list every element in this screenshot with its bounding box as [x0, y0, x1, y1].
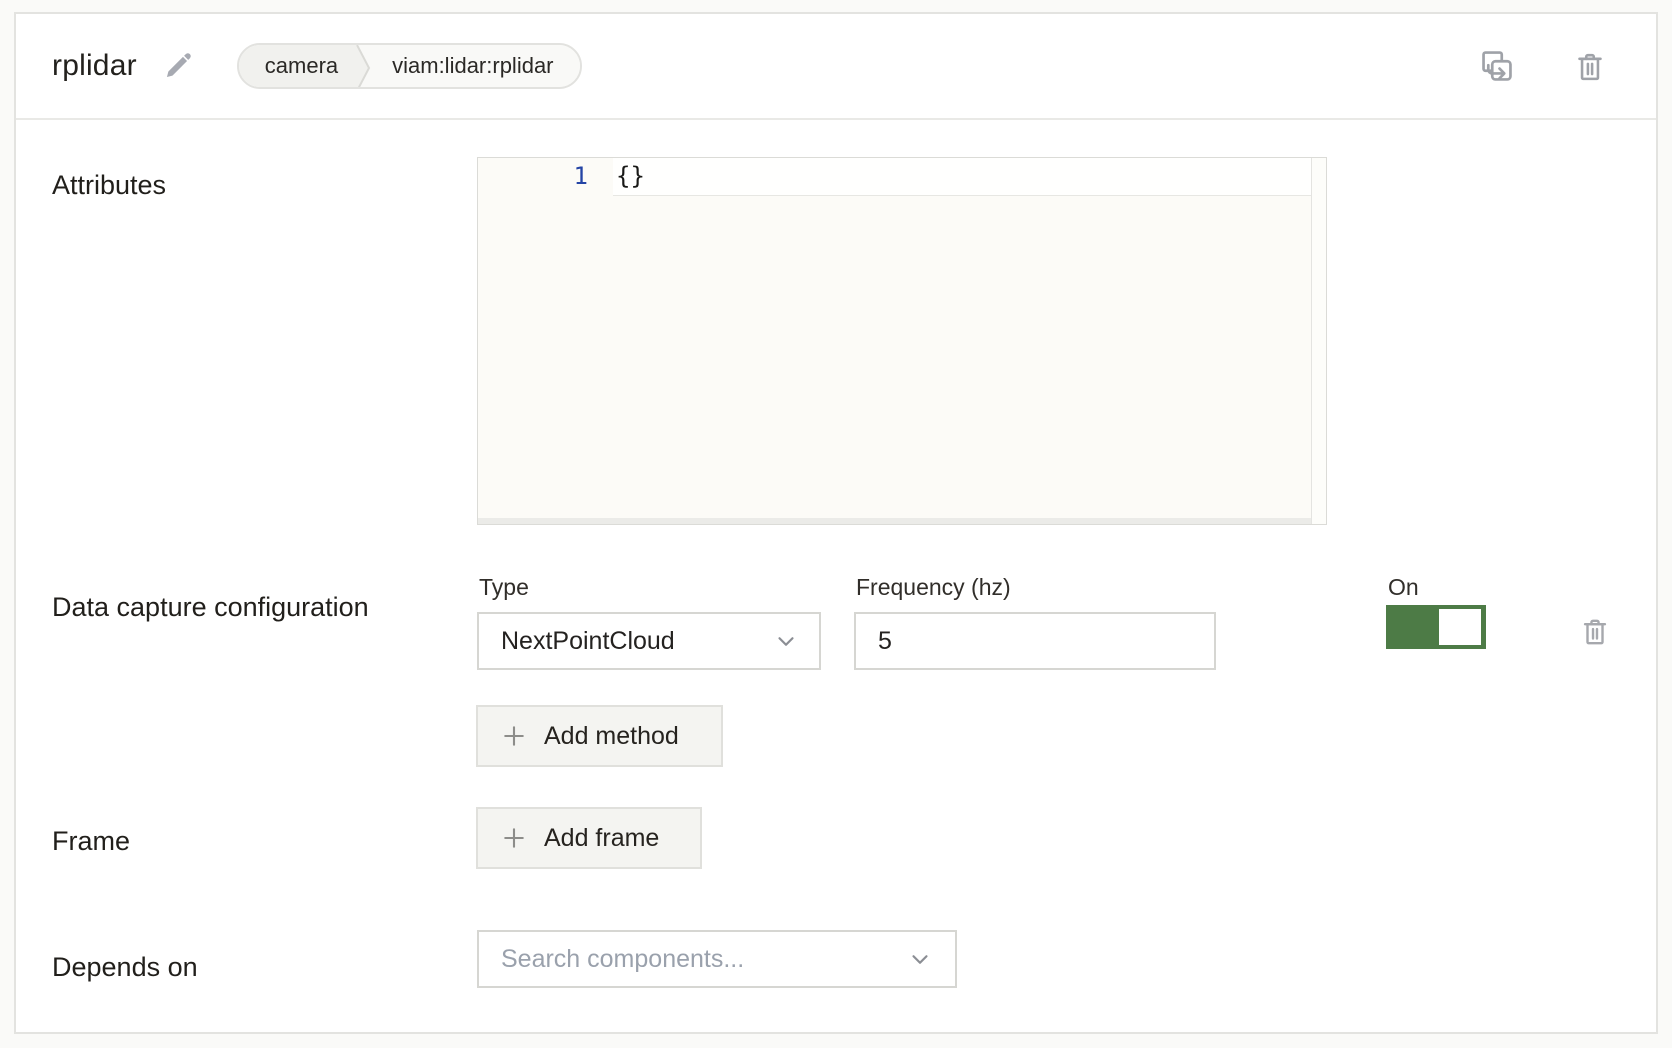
- capture-toggle-label: On: [1388, 574, 1419, 601]
- trash-icon: [1572, 48, 1608, 84]
- editor-active-line: [613, 158, 1311, 196]
- chevron-down-icon: [773, 628, 799, 654]
- frequency-field-label: Frequency (hz): [856, 574, 1011, 601]
- trash-icon: [1578, 614, 1612, 648]
- add-method-label: Add method: [544, 722, 679, 751]
- depends-on-select[interactable]: Search components...: [477, 930, 957, 988]
- pencil-icon: [161, 49, 195, 83]
- type-field-label: Type: [479, 574, 529, 601]
- plus-icon: [500, 722, 528, 750]
- editor-code-line[interactable]: {}: [616, 158, 645, 196]
- editor-line-number: 1: [478, 158, 588, 196]
- data-capture-label: Data capture configuration: [52, 587, 392, 628]
- chevron-down-icon: [907, 946, 933, 972]
- add-frame-button[interactable]: Add frame: [476, 807, 702, 869]
- add-method-button[interactable]: Add method: [476, 705, 723, 767]
- duplicate-component-button[interactable]: [1474, 43, 1520, 89]
- delete-component-button[interactable]: [1568, 44, 1612, 88]
- add-frame-label: Add frame: [544, 824, 659, 853]
- editor-horizontal-scrollbar[interactable]: [478, 518, 1311, 524]
- component-category: camera: [239, 45, 356, 87]
- frequency-input[interactable]: [856, 614, 1214, 668]
- attributes-label: Attributes: [52, 165, 166, 206]
- capture-on-toggle[interactable]: [1386, 605, 1486, 649]
- card-header: rplidar camera viam:lidar:rplidar: [16, 14, 1656, 120]
- editor-vertical-scrollbar[interactable]: [1311, 158, 1326, 524]
- frame-label: Frame: [52, 821, 130, 862]
- delete-capture-method-button[interactable]: [1574, 610, 1616, 652]
- component-model: viam:lidar:rplidar: [376, 45, 579, 87]
- component-name: rplidar: [52, 49, 137, 83]
- plus-icon: [500, 824, 528, 852]
- pill-divider-chevron: [356, 45, 376, 89]
- depends-on-label: Depends on: [52, 947, 198, 988]
- component-type-pill: camera viam:lidar:rplidar: [237, 43, 582, 89]
- depends-on-placeholder: Search components...: [501, 945, 744, 974]
- frequency-input-wrap: [854, 612, 1216, 670]
- toggle-knob: [1439, 609, 1481, 645]
- component-config-card: rplidar camera viam:lidar:rplidar: [14, 12, 1658, 1034]
- capture-type-select[interactable]: NextPointCloud: [477, 612, 821, 670]
- duplicate-icon: [1478, 47, 1516, 85]
- capture-type-value: NextPointCloud: [501, 627, 675, 656]
- attributes-json-editor[interactable]: 1 {}: [477, 157, 1327, 525]
- edit-name-button[interactable]: [161, 49, 195, 83]
